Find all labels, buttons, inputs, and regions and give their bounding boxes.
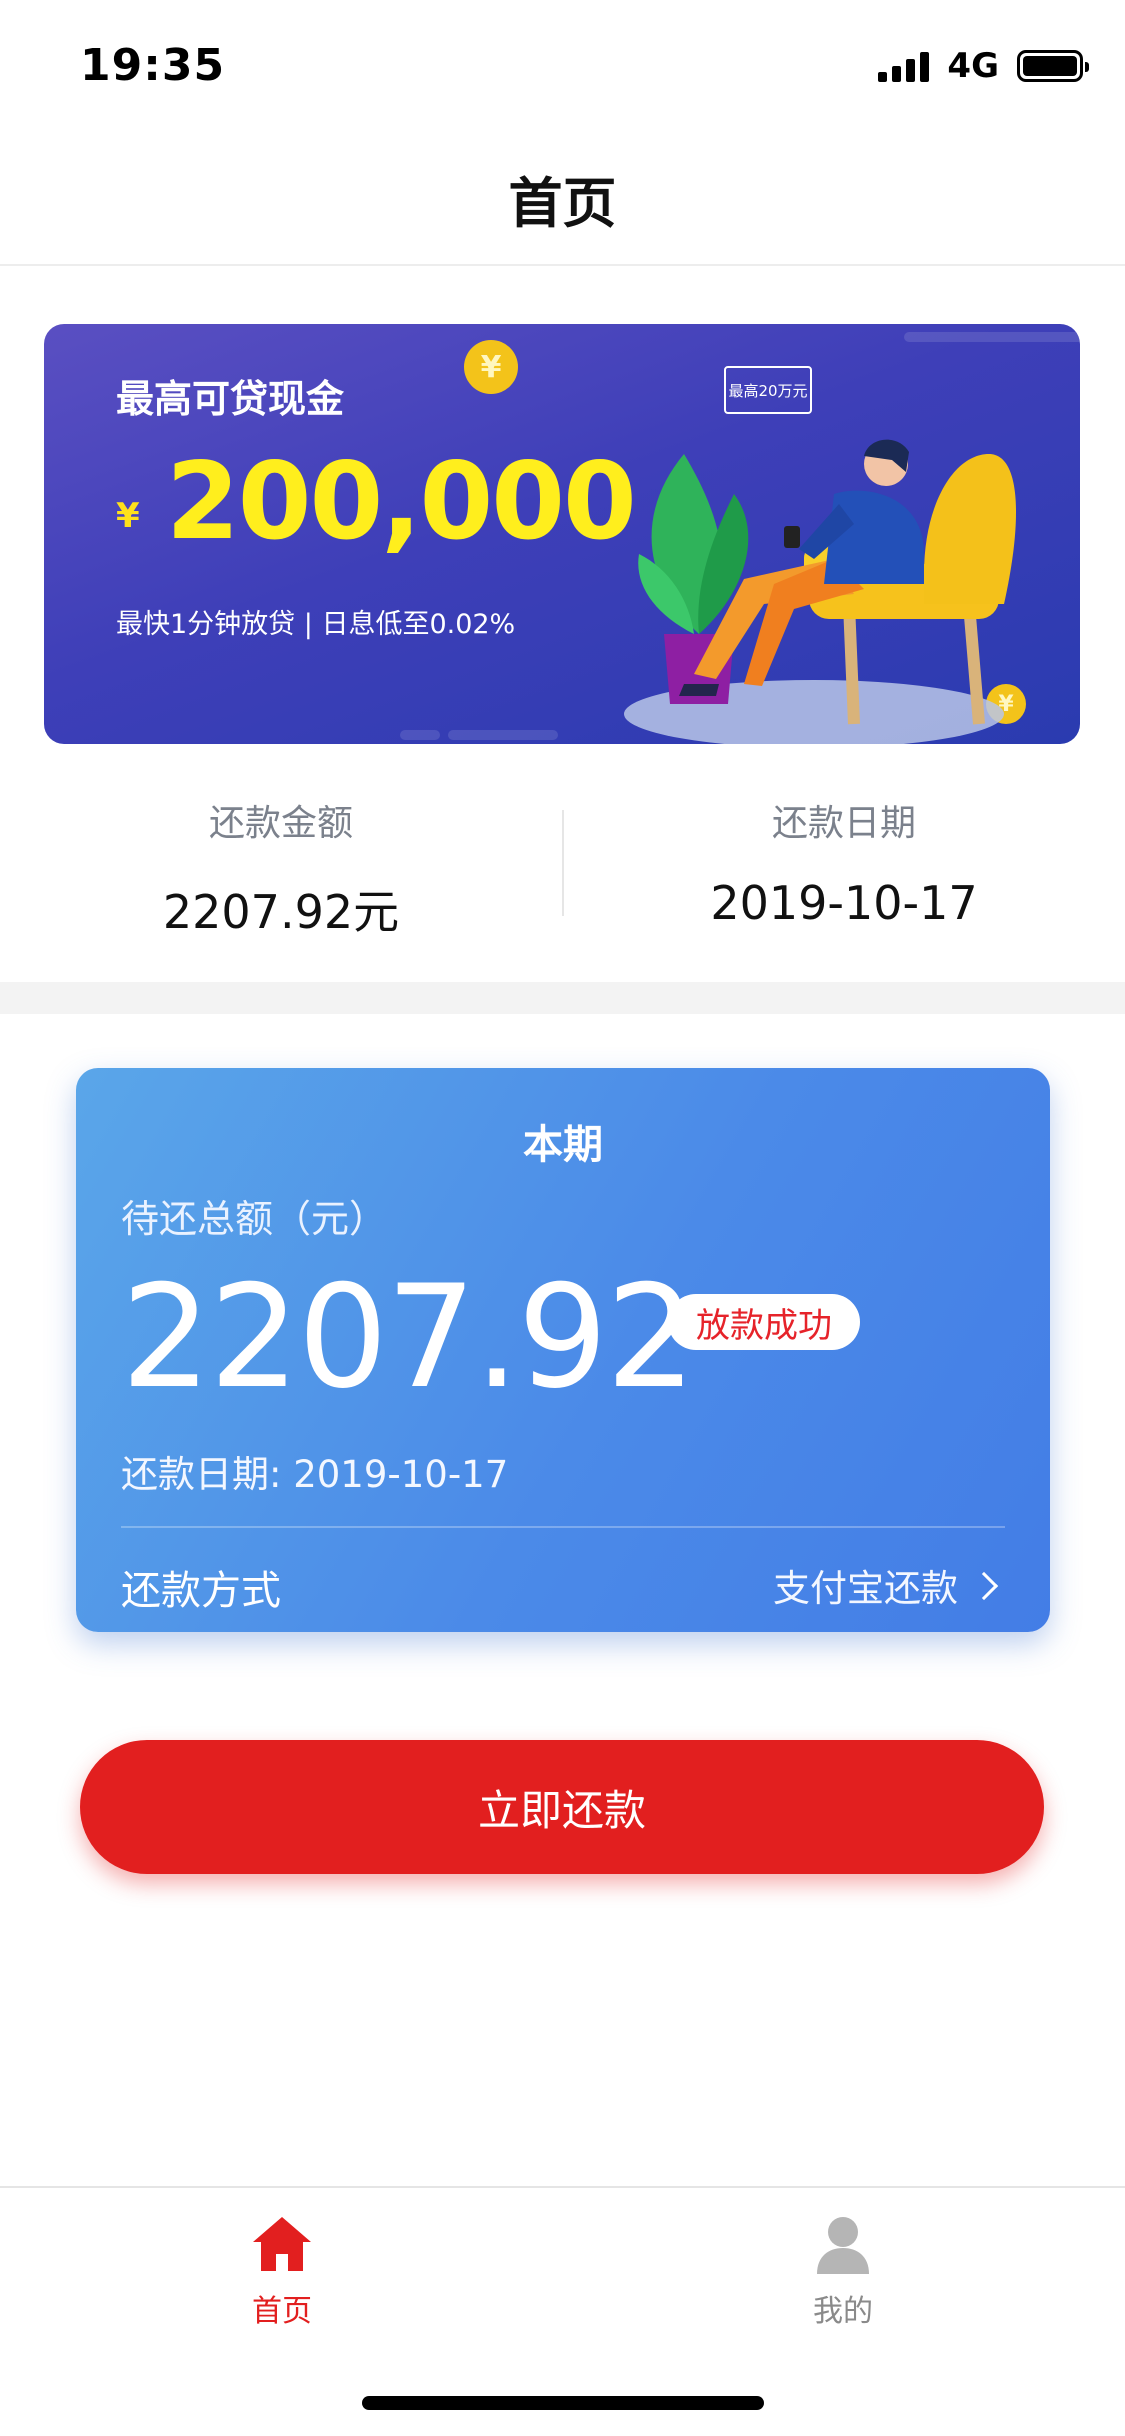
home-indicator — [362, 2396, 764, 2410]
summary-date: 还款日期 2019-10-17 — [563, 794, 1125, 930]
status-badge: 放款成功 — [668, 1294, 860, 1350]
payment-method-value: 支付宝还款 — [773, 1567, 958, 1610]
amount-due-value: 2207.92 — [121, 1255, 696, 1420]
person-on-chair-illustration — [624, 439, 1016, 744]
banner-decoration — [400, 730, 440, 740]
summary-amount: 还款金额 2207.92元 — [0, 794, 562, 942]
status-indicators: 4G — [878, 46, 1089, 86]
tab-mine[interactable]: 我的 — [693, 2214, 993, 2330]
current-bill-card: 本期 待还总额（元） 2207.92 放款成功 还款日期: 2019-10-17… — [76, 1068, 1050, 1632]
banner-decoration — [448, 730, 558, 740]
banner-subtitle: 最快1分钟放贷 | 日息低至0.02% — [116, 609, 516, 640]
coin-icon: ¥ — [464, 340, 518, 394]
home-icon — [253, 2217, 311, 2271]
banner-decoration — [904, 332, 1080, 342]
chevron-right-icon — [969, 1571, 999, 1601]
repay-now-button[interactable]: 立即还款 — [80, 1740, 1044, 1874]
user-icon — [817, 2217, 869, 2274]
summary-amount-label: 还款金额 — [208, 803, 353, 844]
due-date: 还款日期: 2019-10-17 — [121, 1453, 509, 1496]
summary-date-label: 还款日期 — [771, 803, 916, 844]
amount-due-label: 待还总额（元） — [121, 1197, 388, 1241]
signal-icon — [878, 50, 930, 82]
card-title: 本期 — [523, 1122, 603, 1168]
tab-mine-label: 我的 — [813, 2294, 873, 2329]
payment-method-selector[interactable]: 支付宝还款 — [773, 1558, 999, 1612]
battery-icon — [1017, 50, 1089, 82]
status-time: 19:35 — [80, 40, 226, 91]
status-bar: 19:35 4G — [0, 0, 1125, 132]
repayment-summary: 还款金额 2207.92元 还款日期 2019-10-17 — [0, 770, 1125, 980]
summary-amount-value: 2207.92元 — [162, 885, 400, 939]
page-title: 首页 — [508, 171, 617, 235]
network-label: 4G — [947, 46, 999, 86]
tab-home-label: 首页 — [252, 2294, 312, 2329]
section-separator — [0, 982, 1125, 1014]
tab-home[interactable]: 首页 — [132, 2214, 432, 2330]
currency-symbol: ¥ — [116, 496, 140, 536]
card-divider — [121, 1526, 1005, 1528]
payment-method-label: 还款方式 — [121, 1568, 281, 1614]
summary-date-value: 2019-10-17 — [710, 876, 978, 930]
banner-title: 最高可贷现金 — [116, 377, 345, 421]
loan-banner[interactable]: 最高可贷现金 ¥ 200,000 最快1分钟放贷 | 日息低至0.02% ¥ ¥… — [44, 324, 1080, 744]
banner-amount: 200,000 — [166, 440, 637, 563]
nav-bar: 首页 — [0, 132, 1125, 266]
